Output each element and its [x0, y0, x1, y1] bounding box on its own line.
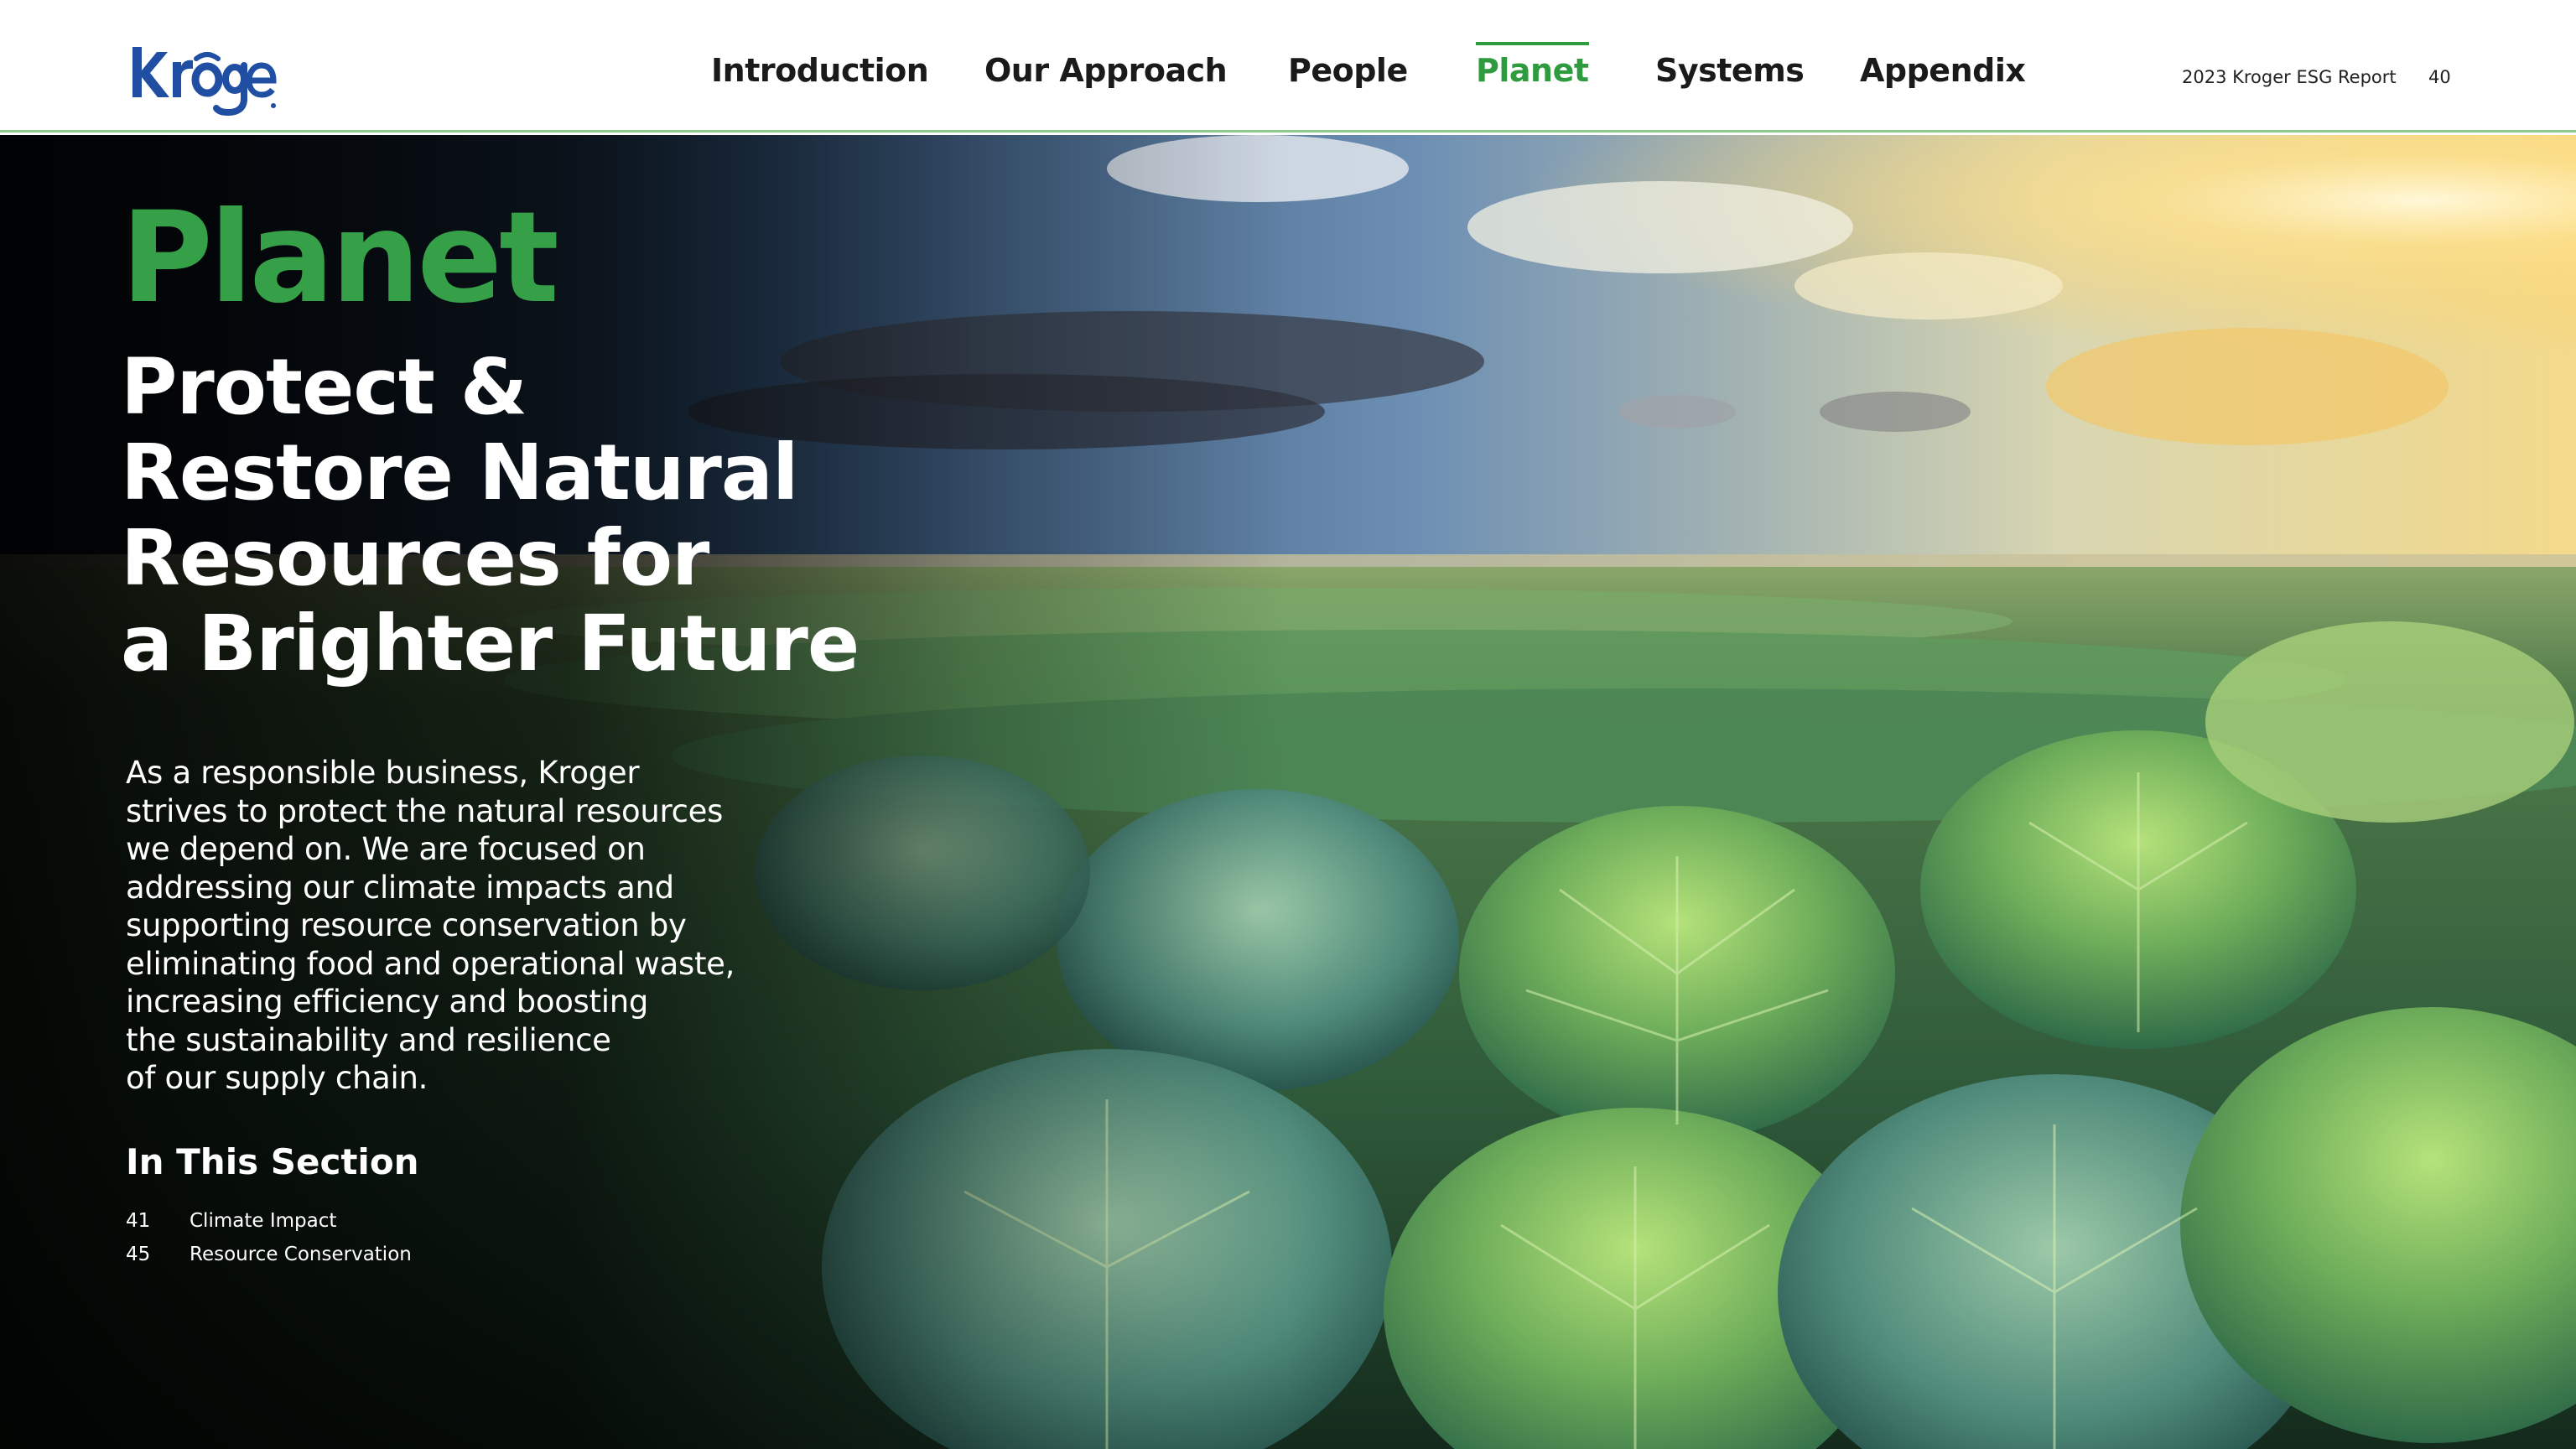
toc-item-resource-conservation[interactable]: 45 Resource Conservation	[126, 1238, 629, 1271]
toc-label: Resource Conservation	[190, 1244, 412, 1265]
top-header: Introduction Our Approach People Planet …	[0, 0, 2576, 132]
nav-introduction[interactable]: Introduction	[711, 52, 929, 101]
headline-line: Restore Natural	[121, 428, 799, 517]
headline-line: Resources for	[121, 513, 709, 603]
intro-line: addressing our climate impacts and	[126, 869, 674, 906]
intro-line: the sustainability and resilience	[126, 1021, 611, 1058]
toc-label: Climate Impact	[190, 1210, 337, 1232]
nav-systems[interactable]: Systems	[1655, 52, 1805, 101]
headline-line: Protect &	[121, 342, 527, 432]
intro-line: supporting resource conservation by	[126, 907, 687, 943]
report-title: 2023 Kroger ESG Report	[2182, 67, 2397, 87]
page-number: 40	[2428, 67, 2451, 87]
hero-section: Planet Protect & Restore Natural Resourc…	[0, 135, 2576, 1449]
intro-line: we depend on. We are focused on	[126, 831, 646, 867]
main-nav: Introduction Our Approach People Planet …	[0, 0, 2576, 132]
section-title: Planet	[121, 185, 559, 331]
nav-people[interactable]: People	[1288, 52, 1408, 101]
toc-page-number: 41	[126, 1210, 151, 1232]
intro-line: of our supply chain.	[126, 1060, 428, 1096]
section-toc: 41 Climate Impact 45 Resource Conservati…	[126, 1204, 629, 1271]
headline: Protect & Restore Natural Resources for …	[121, 345, 875, 687]
intro-line: As a responsible business, Kroger	[126, 755, 640, 791]
intro-line: strives to protect the natural resources	[126, 792, 724, 829]
in-this-section-heading: In This Section	[126, 1141, 419, 1182]
intro-line: increasing efficiency and boosting	[126, 984, 649, 1020]
nav-appendix[interactable]: Appendix	[1860, 52, 2026, 101]
intro-paragraph: As a responsible business, Kroger strive…	[126, 754, 813, 1098]
intro-line: eliminating food and operational waste,	[126, 945, 735, 982]
toc-item-climate-impact[interactable]: 41 Climate Impact	[126, 1204, 629, 1238]
nav-our-approach[interactable]: Our Approach	[984, 52, 1228, 101]
toc-page-number: 45	[126, 1244, 151, 1265]
headline-line: a Brighter Future	[121, 599, 860, 688]
nav-planet[interactable]: Planet	[1476, 42, 1589, 101]
